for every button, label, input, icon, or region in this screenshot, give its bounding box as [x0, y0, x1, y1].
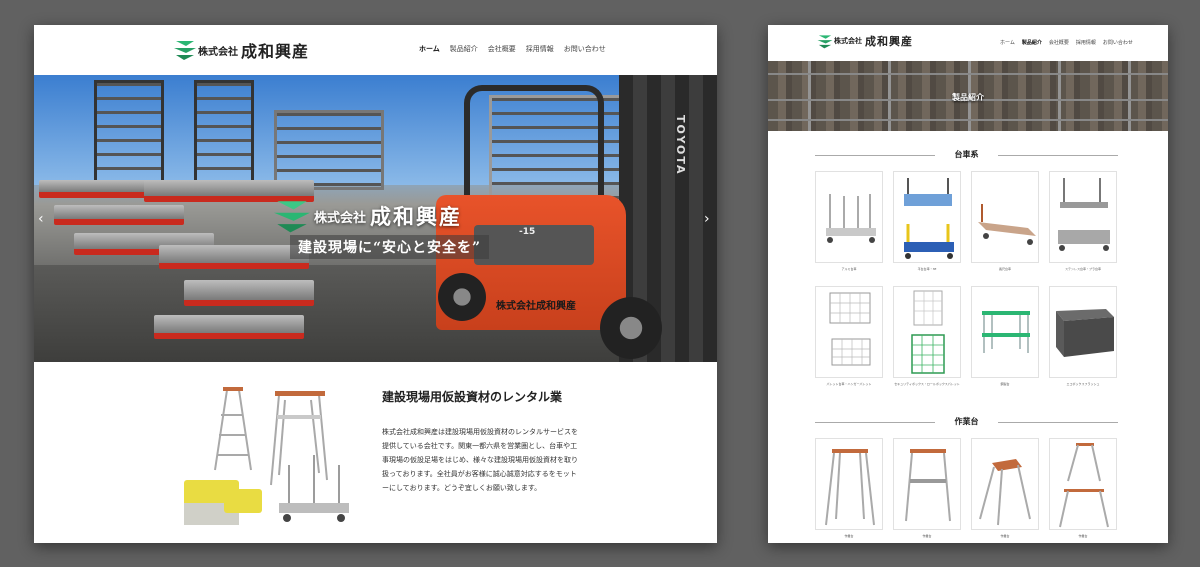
- chevron-left-icon[interactable]: ‹: [38, 211, 44, 227]
- product-image: [982, 311, 1030, 353]
- logo-prefix: 株式会社: [198, 46, 238, 58]
- forklift-cab: [464, 85, 604, 205]
- product-image: [1059, 443, 1109, 528]
- product-image: [904, 178, 954, 259]
- homepage-screenshot: 株式会社 成和興産 ホーム 製品紹介 会社概要 採用情報 お問い合わせ 株式会社…: [34, 25, 717, 543]
- product-label: セキュリティボックス・ロールボックスパレット: [894, 382, 960, 386]
- product-label: 作業台: [922, 534, 932, 538]
- product-card[interactable]: 作業台: [893, 438, 961, 538]
- product-label: アルミ台車: [841, 267, 857, 271]
- products-banner: 製品紹介: [768, 61, 1168, 131]
- product-label: 平台台車・3E: [917, 267, 937, 271]
- hero-image: 株式会社成和興産 -15 TOYOTA 株式会社 成和興産 建設現場に“安心と安…: [34, 75, 717, 362]
- nav-home[interactable]: ホーム: [1000, 39, 1015, 46]
- product-image: [829, 292, 871, 366]
- nav-company[interactable]: 会社概要: [1049, 39, 1069, 46]
- forklift-brand: TOYOTA: [674, 115, 687, 176]
- product-image: [1056, 309, 1114, 357]
- product-card[interactable]: 長尺台車: [971, 171, 1039, 271]
- nav-contact[interactable]: お問い合わせ: [1103, 39, 1133, 46]
- section-title: 作業台: [954, 417, 979, 426]
- product-card[interactable]: ステンレス台車・プラ台車: [1049, 171, 1117, 271]
- product-card[interactable]: 作業台: [971, 438, 1039, 538]
- site-header: 株式会社 成和興産 ホーム 製品紹介 会社概要 採用情報 お問い合わせ: [768, 25, 1168, 61]
- section-heading-workbench: 作業台: [815, 416, 1118, 428]
- site-logo[interactable]: 株式会社 成和興産: [816, 33, 913, 49]
- banner-title: 製品紹介: [952, 93, 984, 102]
- hero-logo-prefix: 株式会社: [314, 210, 367, 226]
- section-title: 台車系: [954, 150, 979, 159]
- nav-home[interactable]: ホーム: [419, 44, 440, 54]
- logo-icon: [174, 41, 196, 60]
- product-label: 作業台: [844, 534, 854, 538]
- product-image: [905, 449, 951, 522]
- chevron-right-icon[interactable]: ›: [704, 211, 710, 227]
- product-label: ステンレス台車・プラ台車: [1064, 267, 1101, 271]
- section-heading-carts: 台車系: [815, 149, 1118, 161]
- product-card[interactable]: セキュリティボックス・ロールボックスパレット: [893, 286, 961, 386]
- product-label: 鋼製台: [1000, 382, 1010, 386]
- hero-logo-name: 成和興産: [370, 205, 463, 229]
- intro-title: 建設現場用仮設資材のレンタル業: [382, 390, 563, 404]
- nav-recruit[interactable]: 採用情報: [1076, 39, 1096, 46]
- product-image: [979, 459, 1031, 526]
- hero-logo: 株式会社 成和興産: [270, 198, 462, 234]
- logo-company-name: 成和興産: [241, 42, 310, 61]
- nav-contact[interactable]: お問い合わせ: [564, 44, 606, 54]
- site-logo[interactable]: 株式会社 成和興産: [172, 38, 309, 62]
- nav-products[interactable]: 製品紹介: [1022, 39, 1042, 46]
- nav-recruit[interactable]: 採用情報: [526, 44, 554, 54]
- logo-icon: [817, 34, 833, 48]
- product-image: [978, 204, 1036, 245]
- product-card[interactable]: アルミ台車: [815, 171, 883, 271]
- product-label: 作業台: [1000, 534, 1010, 538]
- product-card[interactable]: 作業台: [1049, 438, 1117, 538]
- logo-company-name: 成和興産: [865, 35, 913, 48]
- forklift-company-label: 株式会社成和興産: [496, 301, 576, 312]
- intro-body: 株式会社成和興産は建設現場用仮設資材のレンタルサービスを提供している会社です。関…: [382, 428, 578, 492]
- product-image: [825, 449, 875, 526]
- product-card[interactable]: 平台台車・3E: [893, 171, 961, 271]
- nav-company[interactable]: 会社概要: [488, 44, 516, 54]
- product-card[interactable]: パレット台車・ハンガーパレット: [815, 286, 883, 386]
- product-image: [911, 290, 945, 374]
- products-page-screenshot: 株式会社 成和興産 ホーム 製品紹介 会社概要 採用情報 お問い合わせ 製品紹介…: [768, 25, 1168, 543]
- product-label: エコボックスフラッシュ: [1066, 382, 1100, 386]
- nav-products[interactable]: 製品紹介: [450, 44, 478, 54]
- product-label: パレット台車・ハンガーパレット: [826, 382, 872, 386]
- hero-logo-icon: [274, 201, 310, 233]
- product-label: 作業台: [1078, 534, 1088, 538]
- product-image: [826, 194, 876, 243]
- product-label: 長尺台車: [998, 267, 1011, 271]
- main-nav: ホーム 製品紹介 会社概要 採用情報 お問い合わせ: [1000, 39, 1133, 46]
- logo-prefix: 株式会社: [834, 37, 862, 45]
- hero-tagline: 建設現場に“安心と安全を”: [290, 235, 490, 259]
- product-card[interactable]: 鋼製台: [971, 286, 1039, 386]
- forklift-model-number: -15: [519, 227, 536, 237]
- site-header: 株式会社 成和興産 ホーム 製品紹介 会社概要 採用情報 お問い合わせ: [34, 25, 717, 75]
- main-nav: ホーム 製品紹介 会社概要 採用情報 お問い合わせ: [419, 44, 606, 54]
- product-card[interactable]: 作業台: [815, 438, 883, 538]
- intro-products-image: [184, 387, 349, 525]
- product-image: [1058, 178, 1110, 251]
- product-card[interactable]: エコボックスフラッシュ: [1049, 286, 1117, 386]
